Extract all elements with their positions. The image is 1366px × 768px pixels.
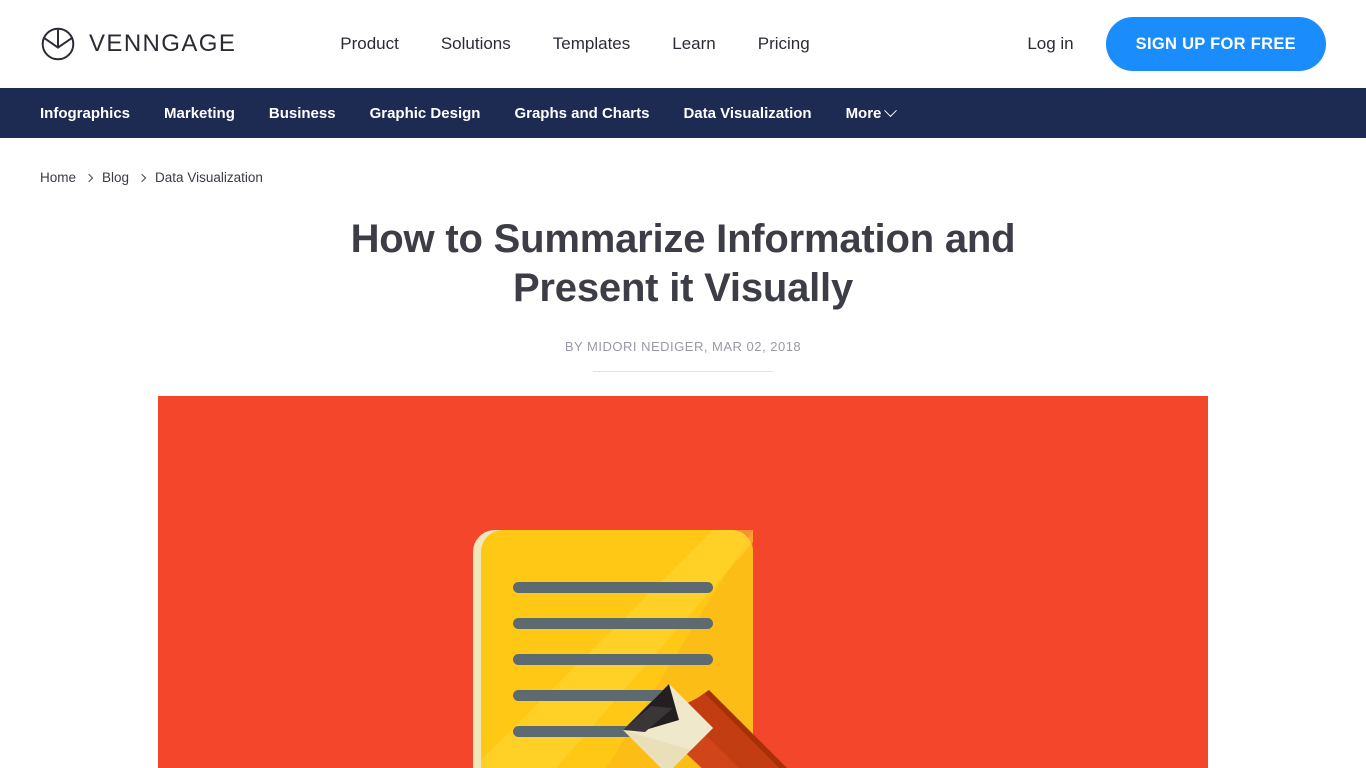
chevron-right-icon xyxy=(84,173,94,182)
primary-navigation: Product Solutions Templates Learn Pricin… xyxy=(340,34,809,54)
cat-nav-item-business[interactable]: Business xyxy=(269,105,336,122)
brand-logo[interactable]: VENNGAGE xyxy=(40,26,236,62)
cat-nav-item-more[interactable]: More xyxy=(845,103,898,122)
brand-name: VENNGAGE xyxy=(89,30,237,57)
hero-image xyxy=(158,396,1208,768)
nav-item-templates[interactable]: Templates xyxy=(553,34,630,54)
nav-item-product[interactable]: Product xyxy=(340,34,399,54)
hero-image-wrap xyxy=(0,396,1366,768)
nav-item-solutions[interactable]: Solutions xyxy=(441,34,511,54)
cat-nav-item-more-label: More xyxy=(845,104,882,122)
breadcrumb-item-home[interactable]: Home xyxy=(40,170,76,185)
site-header: VENNGAGE Product Solutions Templates Lea… xyxy=(0,0,1366,88)
breadcrumb-item-blog[interactable]: Blog xyxy=(102,170,129,185)
breadcrumb-item-data-visualization[interactable]: Data Visualization xyxy=(155,170,263,185)
cat-nav-item-data-visualization[interactable]: Data Visualization xyxy=(683,105,811,122)
document-pencil-illustration xyxy=(473,530,787,768)
cat-nav-item-graphs-and-charts[interactable]: Graphs and Charts xyxy=(514,105,649,122)
category-navigation: Infographics Marketing Business Graphic … xyxy=(0,88,1366,138)
venn-circle-icon xyxy=(40,26,76,62)
page-title: How to Summarize Information and Present… xyxy=(350,217,1016,310)
breadcrumb: Home Blog Data Visualization xyxy=(0,138,1366,185)
signup-button[interactable]: SIGN UP FOR FREE xyxy=(1105,17,1326,71)
article-byline: BY MIDORI NEDIGER, MAR 02, 2018 xyxy=(564,339,802,354)
header-actions: Log in SIGN UP FOR FREE xyxy=(1027,17,1326,71)
byline-divider xyxy=(593,371,773,372)
chevron-right-icon xyxy=(137,173,147,182)
nav-item-pricing[interactable]: Pricing xyxy=(758,34,810,54)
chevron-down-icon xyxy=(884,103,898,117)
cat-nav-item-graphic-design[interactable]: Graphic Design xyxy=(370,105,481,122)
login-link[interactable]: Log in xyxy=(1027,34,1073,54)
article-header: How to Summarize Information and Present… xyxy=(0,185,1366,372)
cat-nav-item-marketing[interactable]: Marketing xyxy=(164,105,235,122)
cat-nav-item-infographics[interactable]: Infographics xyxy=(40,105,130,122)
nav-item-learn[interactable]: Learn xyxy=(672,34,715,54)
